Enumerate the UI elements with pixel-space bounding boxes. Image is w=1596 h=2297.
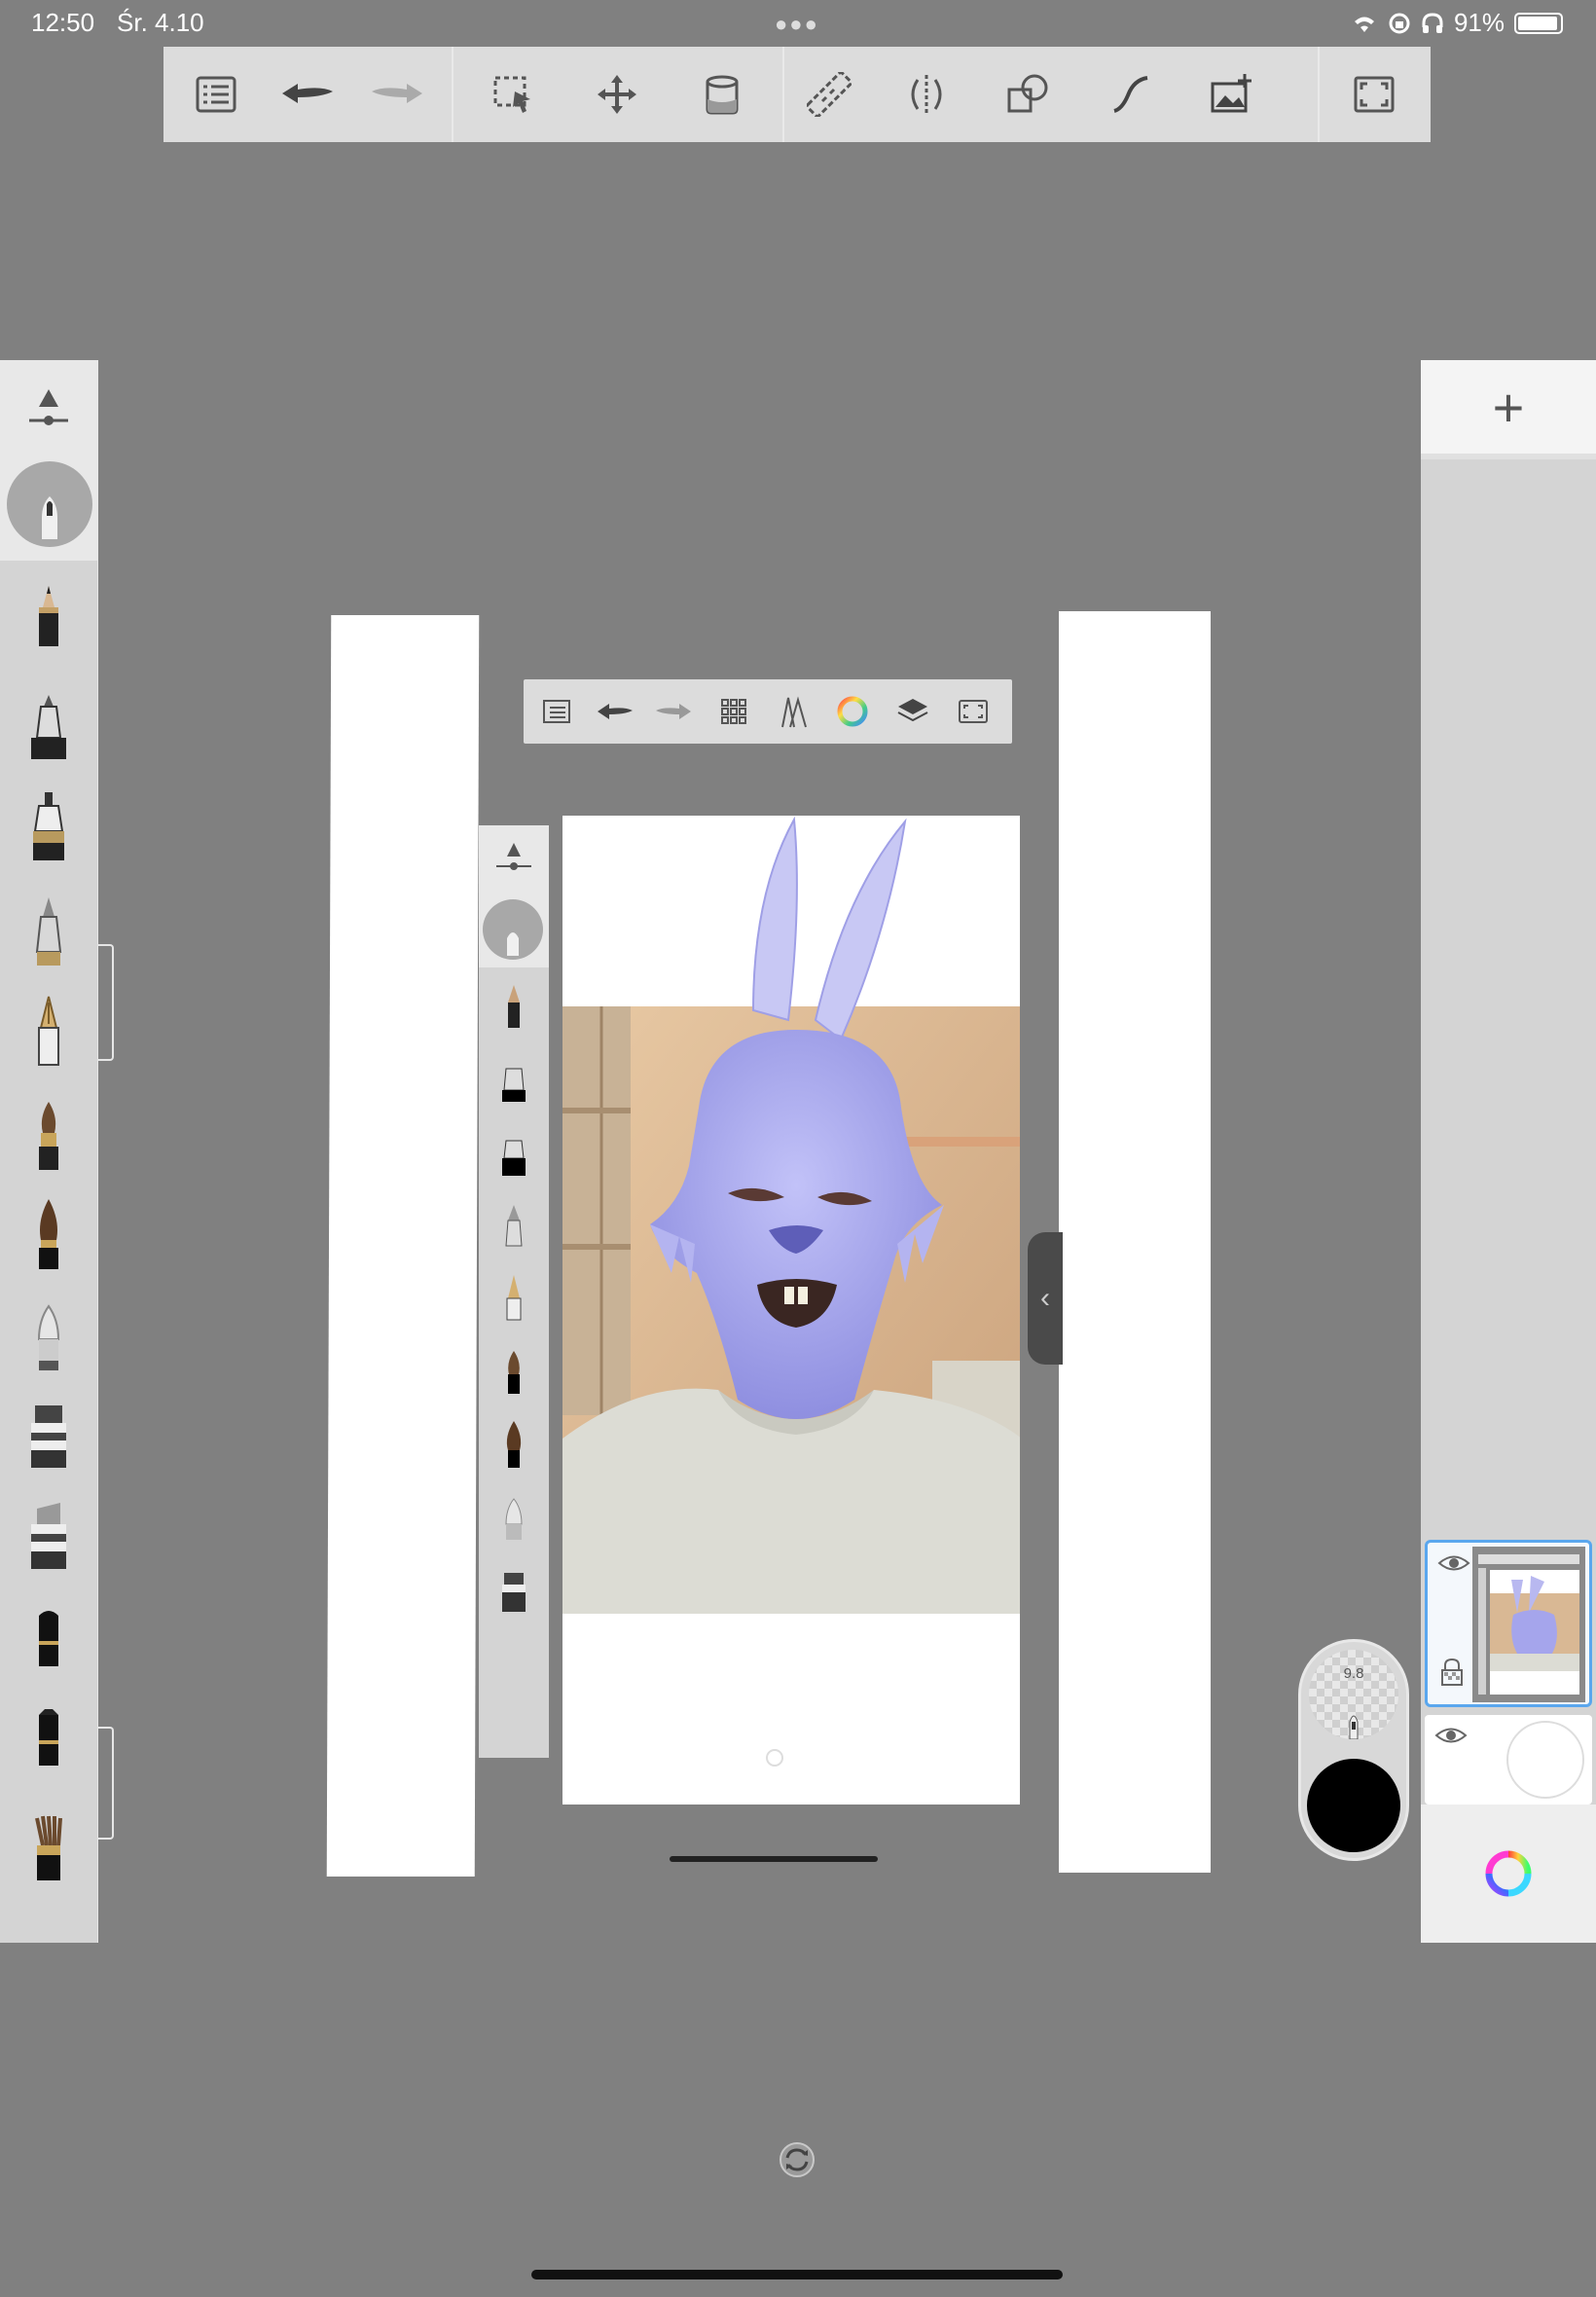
brush-library [0, 360, 98, 1943]
visibility-eye-icon[interactable] [1434, 1725, 1468, 1746]
color-wheel-icon [1485, 1850, 1532, 1897]
paper-strip-left [326, 615, 480, 1877]
collapse-handle[interactable]: ‹ [1028, 1232, 1063, 1365]
pencil-icon[interactable] [21, 580, 76, 658]
nested-menu-icon [537, 679, 576, 744]
home-indicator[interactable] [531, 2270, 1063, 2279]
color-puck[interactable]: 9.8 [1298, 1639, 1409, 1861]
rail-bracket [98, 1727, 114, 1840]
multitasking-dots-icon[interactable]: ●●● [775, 12, 819, 37]
smudge-icon[interactable] [21, 1602, 76, 1680]
shapes-icon[interactable] [989, 47, 1067, 142]
canvas-artwork[interactable] [562, 816, 1022, 1805]
ballpoint-icon[interactable] [21, 689, 76, 767]
top-toolbar [163, 47, 1431, 142]
fill-icon[interactable] [683, 47, 761, 142]
wifi-icon [1354, 17, 1374, 32]
status-indicators: 91% [1351, 8, 1563, 38]
airbrush-icon[interactable] [21, 1300, 76, 1378]
rotate-canvas-icon[interactable] [779, 2141, 816, 2178]
ink-brush-icon[interactable] [21, 1197, 76, 1275]
add-layer-button[interactable]: + [1421, 360, 1596, 459]
transform-icon[interactable] [578, 47, 656, 142]
nested-brushes-icon [773, 679, 812, 744]
nested-home-indicator [670, 1856, 878, 1862]
nested-grid-icon [714, 679, 753, 744]
fineliner-icon[interactable] [21, 788, 76, 866]
brush-size-opacity-control[interactable]: 9.8 [1309, 1650, 1398, 1739]
nested-fullscreen-icon [954, 679, 993, 744]
flat-marker-icon[interactable] [21, 1499, 76, 1577]
headphones-icon [1422, 12, 1443, 33]
brush-properties-icon[interactable] [21, 380, 76, 457]
eraser-icon[interactable] [21, 1701, 76, 1779]
nested-brush-list [502, 985, 526, 1612]
status-date: Śr. 4.10 [117, 8, 204, 37]
bristle-brush-icon[interactable] [21, 1810, 76, 1888]
fullscreen-icon[interactable] [1335, 47, 1413, 142]
visibility-eye-icon[interactable] [1437, 1552, 1470, 1574]
curve-icon[interactable] [1092, 47, 1170, 142]
brush-tip-icon [1349, 1715, 1359, 1739]
lock-transparency-icon[interactable] [1439, 1658, 1465, 1687]
marker-icon[interactable] [21, 893, 76, 971]
nested-brush-rail [479, 825, 549, 1758]
redo-icon[interactable] [358, 47, 436, 142]
battery-percent: 91% [1453, 8, 1505, 37]
paper-strip-right [1059, 611, 1211, 1873]
battery-icon [1514, 12, 1563, 34]
selection-icon[interactable] [475, 47, 553, 142]
ruler-icon[interactable] [790, 47, 868, 142]
paintbrush-icon[interactable] [21, 1098, 76, 1176]
fountain-pen-icon[interactable] [21, 993, 76, 1071]
current-brush-icon[interactable] [7, 461, 92, 547]
rail-bracket [98, 944, 114, 1061]
color-editor-button[interactable] [1421, 1805, 1596, 1943]
artwork-image [562, 816, 1022, 1767]
nested-current-brush-icon [483, 899, 543, 960]
status-time: 12:50 [31, 8, 95, 37]
nested-redo-icon [654, 679, 693, 744]
layer-item[interactable] [1425, 1540, 1592, 1707]
nested-layers-icon [893, 679, 932, 744]
chisel-marker-icon[interactable] [21, 1398, 76, 1476]
symmetry-icon[interactable] [888, 47, 965, 142]
current-color-swatch[interactable] [1307, 1759, 1400, 1852]
status-bar: 12:50 Śr. 4.10 ●●● 91% [0, 0, 1596, 45]
add-image-icon[interactable] [1193, 47, 1271, 142]
nested-brush-properties-icon [496, 843, 531, 870]
nested-toolbar [524, 679, 1012, 744]
layer-item[interactable] [1425, 1715, 1592, 1805]
undo-icon[interactable] [269, 47, 346, 142]
orientation-lock-icon [1389, 13, 1410, 33]
add-layer-label: + [1492, 376, 1525, 438]
brush-size-value: 9.8 [1343, 1665, 1364, 1682]
nested-color-wheel-icon [833, 679, 872, 744]
layer-thumbnail [1472, 1547, 1585, 1702]
menu-icon[interactable] [177, 47, 255, 142]
nested-undo-icon [596, 679, 635, 744]
background-layer-swatch [1506, 1721, 1584, 1799]
layers-panel: + [1421, 360, 1596, 1943]
